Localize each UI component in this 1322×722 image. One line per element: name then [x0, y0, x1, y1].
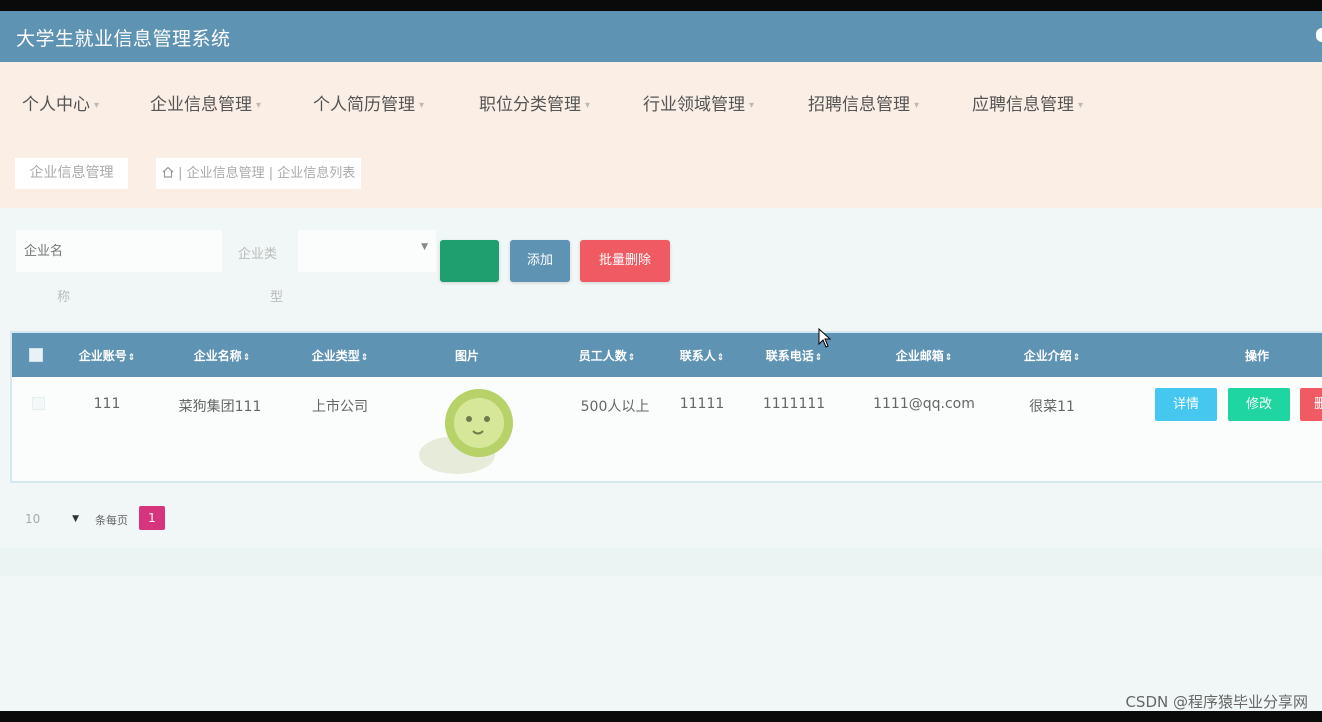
company-name-input[interactable]: [16, 230, 222, 272]
add-button[interactable]: 添加: [510, 240, 570, 282]
cell-type: 上市公司: [312, 399, 368, 415]
chevron-down-icon: ▾: [256, 99, 262, 111]
cell-employees: 500人以上: [580, 399, 650, 415]
edit-button[interactable]: 修改: [1228, 388, 1290, 421]
menu-item-resume[interactable]: 个人简历管理 ▾: [313, 90, 424, 115]
chevron-down-icon: ▾: [749, 99, 755, 111]
cell-email: 1111@qq.com: [873, 396, 975, 412]
chevron-down-icon: ▾: [914, 99, 920, 111]
cell-name: 菜狗集团111: [178, 399, 262, 415]
video-letterbox-bottom: [0, 711, 1322, 722]
search-panel: 称 企业类 型 ▼ 查询 添加 批量删除: [0, 208, 1322, 328]
app-screen: 大学生就业信息管理系统 个人中心 ▾ 企业信息管理 ▾ 个人简历管理 ▾ 职位分类管理…: [0, 0, 1322, 722]
app-header: 大学生就业信息管理系统: [0, 11, 1322, 62]
col-header-account[interactable]: 企业账号⇕: [72, 347, 142, 364]
menu-item-company-info[interactable]: 企业信息管理 ▾: [150, 90, 261, 115]
pagination: 10 ▼ 条每页 1: [0, 497, 1322, 545]
cell-intro: 很菜11: [1029, 399, 1075, 415]
menu-item-application[interactable]: 应聘信息管理 ▾: [972, 90, 1083, 115]
menu-item-industry[interactable]: 行业领域管理 ▾: [643, 90, 754, 115]
cell-phone: 1111111: [762, 396, 826, 412]
sort-icon: ⇕: [944, 353, 953, 363]
chevron-down-icon: ▾: [1078, 99, 1084, 111]
sort-icon: ⇕: [1072, 353, 1081, 363]
nav-band: 个人中心 ▾ 企业信息管理 ▾ 个人简历管理 ▾ 职位分类管理 ▾ 行业领域管理 ▾ 招聘…: [0, 62, 1322, 208]
chevron-down-icon: ▾: [94, 99, 100, 111]
sort-icon: ⇕: [716, 353, 725, 363]
top-menu: 个人中心 ▾ 企业信息管理 ▾ 个人简历管理 ▾ 职位分类管理 ▾ 行业领域管理 ▾ 招聘…: [0, 90, 1322, 120]
chevron-down-icon: ▼: [72, 514, 79, 524]
col-header-email[interactable]: 企业邮箱⇕: [884, 347, 964, 364]
col-header-actions: 操作: [1244, 349, 1269, 363]
table-header: 企业账号⇕ 企业名称⇕ 企业类型⇕ 图片 员工人数⇕ 联系人⇕ 联系电话⇕ 企业…: [12, 333, 1322, 377]
page-size-select[interactable]: 10 ▼: [15, 505, 83, 533]
video-letterbox-top: [0, 0, 1322, 11]
cell-contact: 11111: [679, 396, 725, 412]
sort-icon: ⇕: [360, 353, 369, 363]
delete-button[interactable]: 删除: [1300, 388, 1322, 421]
app-title: 大学生就业信息管理系统: [16, 28, 231, 50]
company-type-sublabel: 型: [270, 290, 284, 305]
menu-item-personal-center[interactable]: 个人中心 ▾: [22, 90, 99, 115]
col-header-contact[interactable]: 联系人⇕: [672, 347, 732, 364]
mouse-cursor-icon: [818, 328, 832, 348]
chevron-down-icon: ▾: [585, 99, 591, 111]
breadcrumb-path: | 企业信息管理 | 企业信息列表: [178, 166, 356, 181]
menu-item-position-category[interactable]: 职位分类管理 ▾: [479, 90, 590, 115]
company-table: 企业账号⇕ 企业名称⇕ 企业类型⇕ 图片 员工人数⇕ 联系人⇕ 联系电话⇕ 企业…: [10, 331, 1322, 483]
breadcrumb: | 企业信息管理 | 企业信息列表: [156, 158, 362, 189]
watermark: CSDN @程序猿毕业分享网: [1125, 693, 1308, 711]
chevron-down-icon: ▼: [421, 242, 428, 252]
col-header-image: 图片: [454, 349, 479, 363]
cell-account: 111: [93, 396, 121, 412]
query-button[interactable]: 查询: [440, 240, 499, 282]
page-size-label: 条每页: [95, 514, 128, 527]
home-icon[interactable]: [162, 166, 174, 178]
col-header-intro[interactable]: 企业介绍⇕: [1012, 347, 1092, 364]
sort-icon: ⇕: [627, 353, 636, 363]
page-number-current[interactable]: 1: [139, 506, 165, 530]
col-header-phone[interactable]: 联系电话⇕: [754, 347, 834, 364]
row-checkbox[interactable]: [32, 397, 45, 410]
batch-delete-button[interactable]: 批量删除: [580, 240, 670, 282]
header-user-icon[interactable]: [1316, 28, 1322, 42]
col-header-employees[interactable]: 员工人数⇕: [567, 347, 647, 364]
menu-item-recruitment[interactable]: 招聘信息管理 ▾: [808, 90, 919, 115]
chevron-down-icon: ▾: [419, 99, 425, 111]
sort-icon: ⇕: [127, 353, 136, 363]
content-footer: [0, 548, 1322, 576]
sort-icon: ⇕: [814, 353, 823, 363]
sort-icon: ⇕: [242, 353, 251, 363]
detail-button[interactable]: 详情: [1155, 388, 1217, 421]
col-header-name[interactable]: 企业名称⇕: [182, 347, 262, 364]
company-image-thumbnail: [419, 389, 513, 474]
page-title: 企业信息管理: [15, 158, 128, 189]
company-type-label: 企业类: [238, 247, 278, 262]
company-type-select[interactable]: ▼: [298, 230, 436, 272]
select-all-checkbox[interactable]: [29, 348, 43, 362]
company-name-sublabel: 称: [57, 290, 71, 305]
col-header-type[interactable]: 企业类型⇕: [300, 347, 380, 364]
